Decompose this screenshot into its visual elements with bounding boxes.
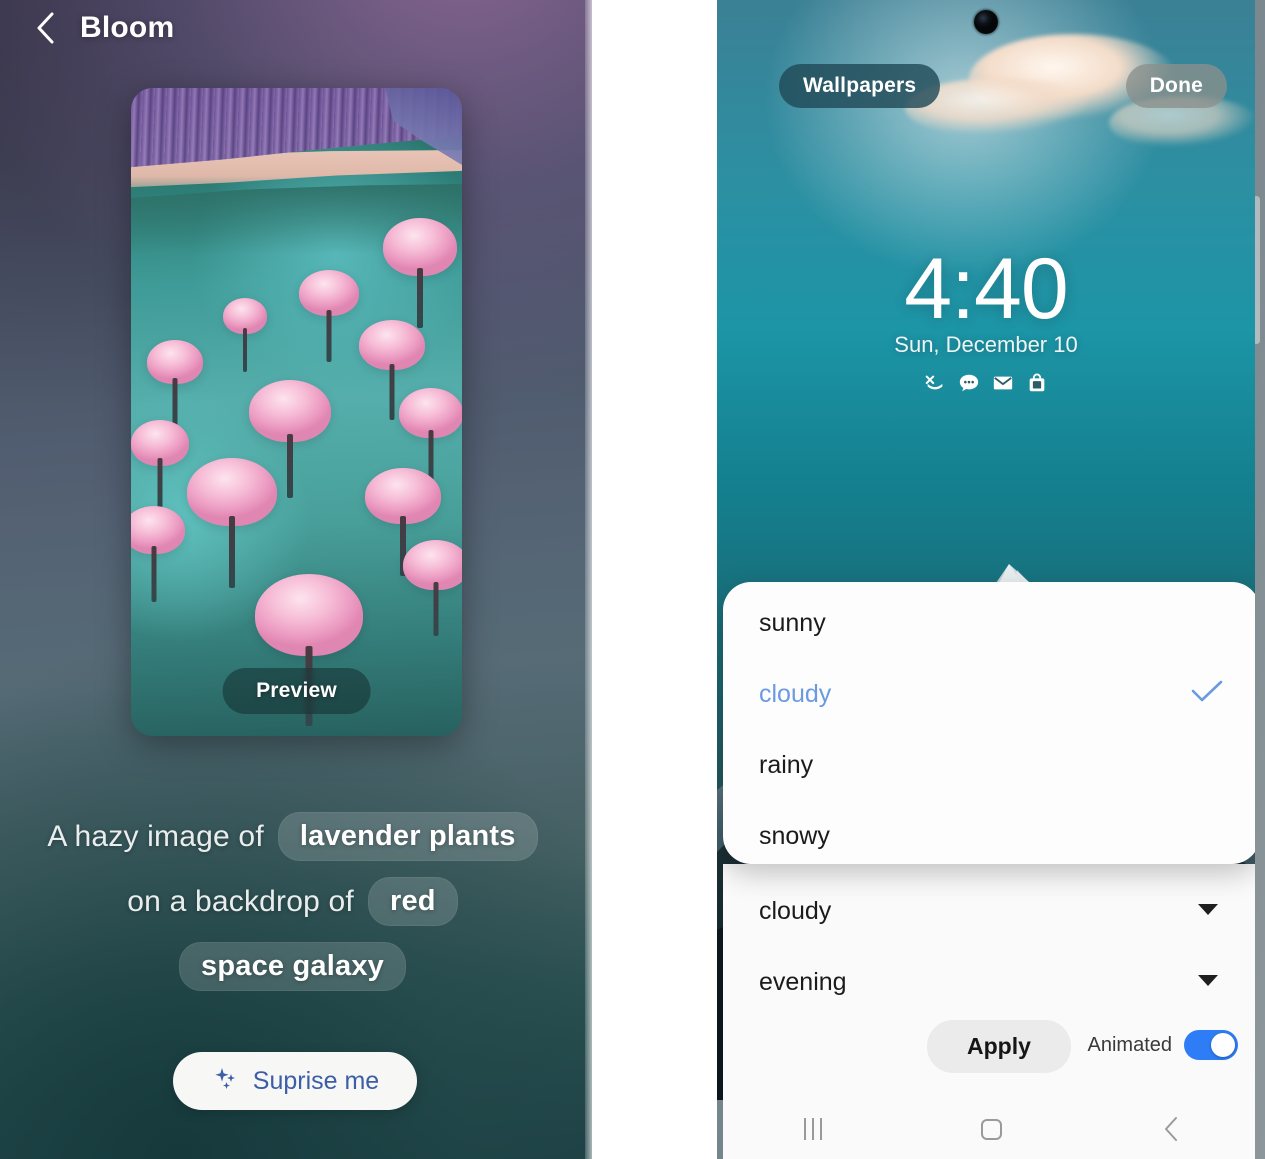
notification-icon-row <box>717 372 1255 394</box>
wallpaper-preview-card[interactable]: Preview <box>131 88 462 736</box>
prompt-line-1: A hazy image of lavender plants <box>47 812 538 861</box>
caret-down-icon <box>1196 972 1220 993</box>
wallpaper-settings-sheet: cloudy evening Apply Animated <box>723 864 1255 1099</box>
prompt-prefix-1: A hazy image of <box>47 819 264 853</box>
dropdown-option-label: cloudy <box>759 679 832 708</box>
sparkle-icon <box>211 1065 239 1098</box>
front-camera-punch-hole <box>974 10 998 34</box>
envelope-icon[interactable] <box>992 372 1014 394</box>
panel-right-edge <box>585 0 592 1159</box>
phone-screen: Wallpapers Done 4:40 Sun, December 10 su… <box>717 0 1255 1159</box>
weather-selector[interactable]: cloudy <box>723 876 1255 946</box>
lock-screen-date: Sun, December 10 <box>894 332 1078 357</box>
artwork-tree <box>383 218 457 328</box>
recents-bars-icon[interactable] <box>778 1106 848 1152</box>
lock-screen-clock: 4:40 <box>904 241 1068 337</box>
surprise-me-button[interactable]: Suprise me <box>173 1052 417 1110</box>
prompt-editor: A hazy image of lavender plants on a bac… <box>0 812 585 991</box>
preview-artwork <box>131 88 462 736</box>
artwork-tree <box>403 540 462 636</box>
artwork-tree <box>187 458 277 588</box>
call-missed-icon[interactable] <box>924 372 946 394</box>
time-of-day-selector[interactable]: evening <box>723 947 1255 1017</box>
artwork-tree <box>131 420 189 508</box>
home-square-icon[interactable] <box>957 1106 1027 1152</box>
dropdown-option-sunny[interactable]: sunny <box>723 588 1255 658</box>
done-button[interactable]: Done <box>1125 64 1227 108</box>
prompt-chip-color[interactable]: red <box>367 877 458 926</box>
chevron-left-icon[interactable] <box>1136 1106 1206 1152</box>
dropdown-option-rainy[interactable]: rainy <box>723 730 1255 800</box>
artwork-tree <box>131 506 185 602</box>
prompt-line-3: space galaxy <box>179 942 406 991</box>
dropdown-option-label: rainy <box>759 750 814 779</box>
weather-dropdown-menu: sunny cloudy rainy snowy <box>723 582 1255 864</box>
dropdown-option-label: snowy <box>759 821 830 850</box>
animated-toggle-group: Animated <box>1087 1030 1238 1060</box>
prompt-line-2: on a backdrop of red <box>127 877 458 926</box>
check-icon <box>1190 679 1224 710</box>
app-screen: Bloom Preview A hazy image of lavender p… <box>0 0 1265 1159</box>
dropdown-option-label: sunny <box>759 608 826 637</box>
android-navigation-bar <box>723 1099 1255 1159</box>
page-title: Bloom <box>80 11 175 44</box>
wallpapers-button[interactable]: Wallpapers <box>779 64 941 108</box>
chevron-left-icon[interactable] <box>32 12 58 44</box>
surprise-me-label: Suprise me <box>252 1066 380 1095</box>
animated-toggle-switch[interactable] <box>1184 1030 1238 1060</box>
apply-button[interactable]: Apply <box>927 1020 1071 1073</box>
phone-device-panel: Wallpapers Done 4:40 Sun, December 10 su… <box>717 0 1265 1159</box>
caret-down-icon <box>1196 901 1220 922</box>
animated-toggle-label: Animated <box>1087 1033 1173 1056</box>
message-bubble-icon[interactable] <box>958 372 980 394</box>
dropdown-option-cloudy[interactable]: cloudy <box>723 659 1255 729</box>
time-of-day-selector-value: evening <box>759 967 847 996</box>
prompt-prefix-2: on a backdrop of <box>127 884 354 918</box>
dropdown-option-snowy[interactable]: snowy <box>723 801 1255 864</box>
panel-header: Bloom <box>0 0 592 56</box>
prompt-chip-scene[interactable]: space galaxy <box>179 942 406 991</box>
prompt-chip-subject[interactable]: lavender plants <box>277 812 538 861</box>
wallpaper-generator-panel: Bloom Preview A hazy image of lavender p… <box>0 0 592 1159</box>
shopping-bag-icon[interactable] <box>1026 372 1048 394</box>
artwork-tree <box>299 270 359 362</box>
artwork-tree <box>147 340 203 428</box>
toggle-knob <box>1211 1033 1235 1057</box>
preview-button[interactable]: Preview <box>222 668 371 714</box>
artwork-tree <box>223 298 267 372</box>
weather-selector-value: cloudy <box>759 896 832 925</box>
